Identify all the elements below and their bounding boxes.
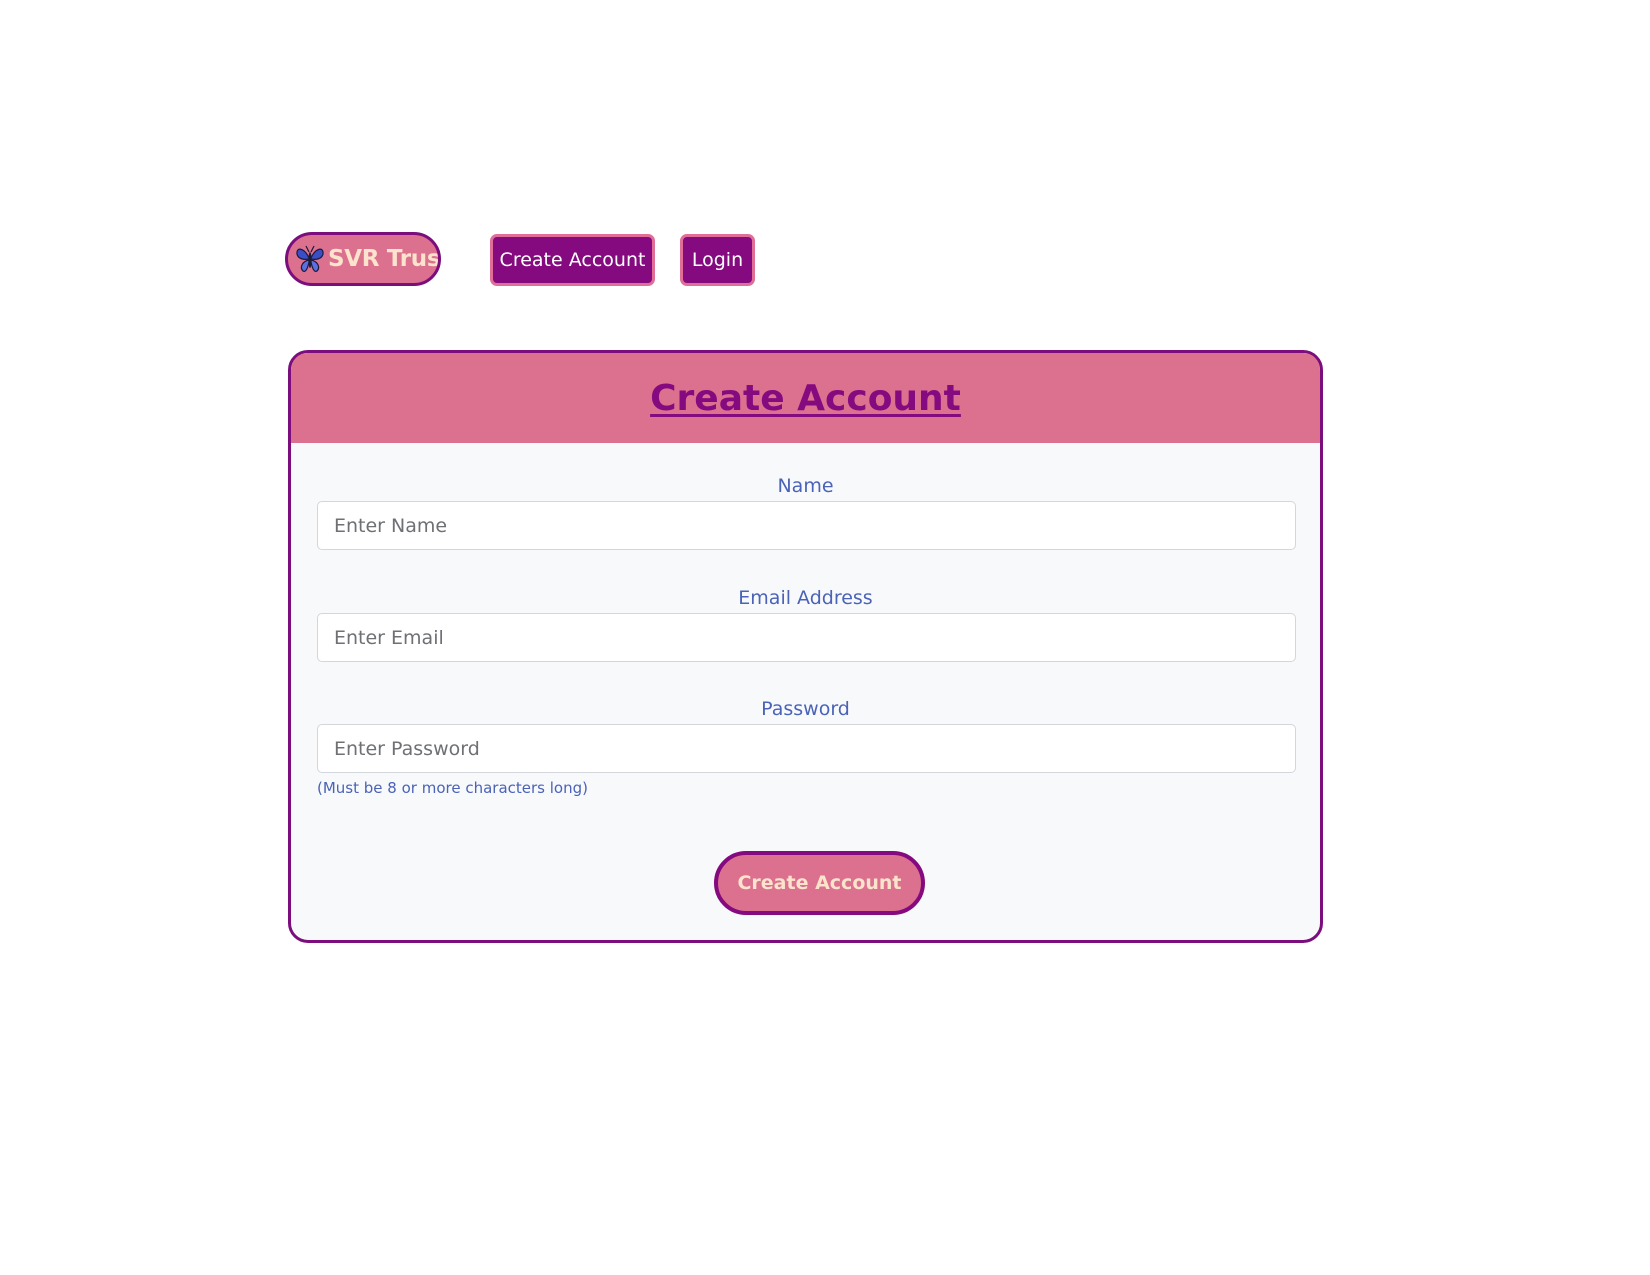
page-title: Create Account	[650, 377, 961, 419]
password-hint: (Must be 8 or more characters long)	[317, 779, 588, 797]
password-input[interactable]	[317, 724, 1296, 773]
create-account-submit-button[interactable]: Create Account	[714, 851, 925, 915]
name-input[interactable]	[317, 501, 1296, 550]
brand-name: SVR Trust	[328, 246, 441, 272]
nav-login-button[interactable]: Login	[680, 234, 755, 286]
brand-logo-button[interactable]: SVR Trust	[285, 232, 441, 286]
create-account-card: Create Account Name Email Address Passwo…	[288, 350, 1323, 943]
password-label: Password	[761, 698, 850, 720]
nav-create-account-button[interactable]: Create Account	[490, 234, 655, 286]
card-header: Create Account	[291, 353, 1320, 443]
email-input[interactable]	[317, 613, 1296, 662]
butterfly-icon	[294, 243, 326, 275]
name-label: Name	[777, 475, 834, 497]
email-label: Email Address	[738, 587, 873, 609]
